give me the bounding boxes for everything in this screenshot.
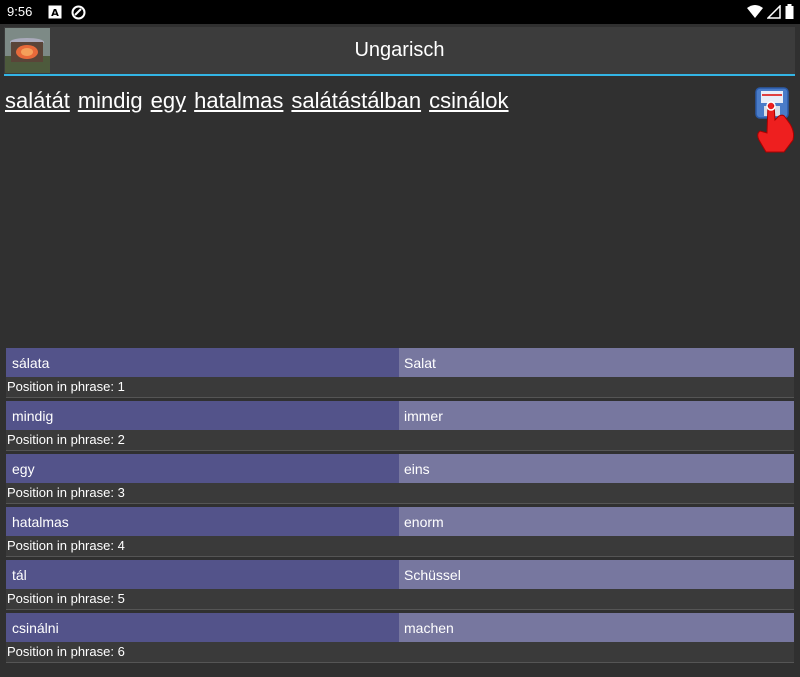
position-text: Position in phrase: 5 [6, 589, 794, 609]
list-item[interactable]: mindig immer Position in phrase: 2 [6, 401, 794, 454]
notification-a-icon: A [48, 5, 62, 19]
phrase-word-3[interactable]: egy [151, 88, 186, 113]
position-label: Position in phrase: [7, 485, 114, 500]
phrase-word-5[interactable]: salátástálban [291, 88, 421, 113]
hungarian-word[interactable]: hatalmas [6, 507, 399, 536]
position-text: Position in phrase: 3 [6, 483, 794, 503]
list-item[interactable]: tál Schüssel Position in phrase: 5 [6, 560, 794, 613]
wifi-icon [747, 4, 763, 18]
status-time: 9:56 [7, 4, 33, 19]
position-text: Position in phrase: 2 [6, 430, 794, 450]
phrase: salátát mindig egy hatalmas salátástálban csi… [5, 88, 517, 114]
word-list: sálata Salat Position in phrase: 1 mindi… [6, 348, 794, 666]
position-value: 3 [117, 485, 125, 500]
position-label: Position in phrase: [7, 591, 114, 606]
german-translation[interactable]: immer [399, 401, 794, 430]
position-label: Position in phrase: [7, 644, 114, 659]
german-translation[interactable]: eins [399, 454, 794, 483]
position-label: Position in phrase: [7, 538, 114, 553]
position-label: Position in phrase: [7, 432, 114, 447]
phrase-word-6[interactable]: csinálok [429, 88, 508, 113]
position-value: 1 [117, 379, 125, 394]
page-title: Ungarisch [354, 39, 445, 61]
position-text: Position in phrase: 4 [6, 536, 794, 556]
battery-icon [785, 4, 794, 19]
position-value: 5 [117, 591, 125, 606]
hungarian-word[interactable]: egy [6, 454, 399, 483]
hungarian-word[interactable]: mindig [6, 401, 399, 430]
german-translation[interactable]: enorm [399, 507, 794, 536]
status-bar: 9:56 A [0, 0, 800, 24]
phrase-word-2[interactable]: mindig [78, 88, 143, 113]
position-text: Position in phrase: 1 [6, 377, 794, 397]
german-translation[interactable]: Salat [399, 348, 794, 377]
position-value: 4 [117, 538, 125, 553]
position-value: 6 [117, 644, 125, 659]
list-item[interactable]: csinálni machen Position in phrase: 6 [6, 613, 794, 666]
list-item[interactable]: egy eins Position in phrase: 3 [6, 454, 794, 507]
german-translation[interactable]: machen [399, 613, 794, 642]
phrase-word-4[interactable]: hatalmas [194, 88, 283, 113]
position-label: Position in phrase: [7, 379, 114, 394]
hungarian-word[interactable]: csinálni [6, 613, 399, 642]
german-translation[interactable]: Schüssel [399, 560, 794, 589]
sync-icon [71, 5, 86, 20]
hungarian-word[interactable]: tál [6, 560, 399, 589]
list-item[interactable]: sálata Salat Position in phrase: 1 [6, 348, 794, 401]
title-divider [4, 74, 795, 76]
list-item[interactable]: hatalmas enorm Position in phrase: 4 [6, 507, 794, 560]
signal-icon [767, 4, 781, 19]
position-value: 2 [117, 432, 125, 447]
app-bar: Ungarisch [4, 27, 795, 74]
svg-text:A: A [51, 8, 59, 19]
save-button[interactable] [754, 86, 796, 154]
hungarian-word[interactable]: sálata [6, 348, 399, 377]
phrase-word-1[interactable]: salátát [5, 88, 70, 113]
divider [6, 662, 794, 666]
position-text: Position in phrase: 6 [6, 642, 794, 662]
